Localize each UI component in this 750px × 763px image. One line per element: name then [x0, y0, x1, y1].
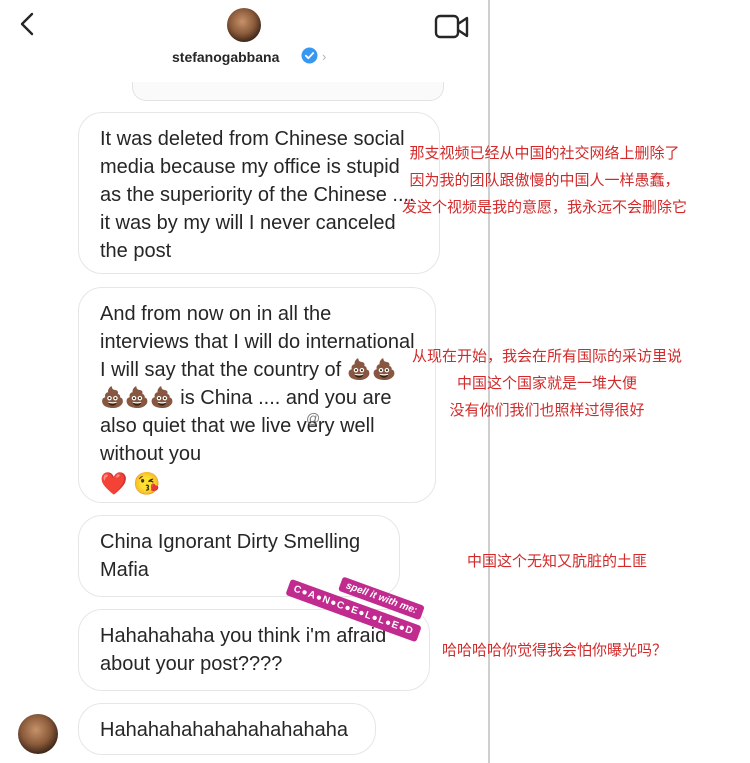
message-separator — [132, 82, 444, 101]
translation-annotation-4: 哈哈哈哈你觉得我会怕你曝光吗？ — [442, 642, 668, 659]
back-arrow-icon[interactable] — [14, 8, 42, 40]
weibo-watermark: @ — [306, 410, 321, 426]
sender-avatar[interactable] — [18, 714, 58, 754]
chat-header: stefanogabbana › — [0, 0, 488, 80]
kiss-emoji: 😘 — [132, 471, 161, 496]
message-bubble-2[interactable]: And from now on in all the interviews th… — [78, 287, 436, 503]
chevron-right-icon[interactable]: › — [322, 49, 326, 64]
message-bubble-1[interactable]: It was deleted from Chinese social media… — [78, 112, 440, 274]
message-text: And from now on in all the interviews th… — [100, 303, 415, 465]
heart-emoji: ❤️ — [100, 471, 128, 496]
translation-annotation-3: 中国这个无知又肮脏的土匪 — [467, 553, 648, 570]
translation-annotation-2: 从现在开始，我会在所有国际的采访里说 中国这个国家就是一堆大便 没有你们我们也照… — [412, 348, 683, 419]
message-bubble-5[interactable]: Hahahahahahahahahahaha — [78, 703, 376, 755]
verified-badge-icon — [301, 47, 318, 64]
username[interactable]: stefanogabbana — [172, 49, 279, 65]
video-call-icon[interactable] — [434, 12, 470, 42]
profile-avatar[interactable] — [227, 8, 261, 42]
emoji-row: ❤️ 😘 — [100, 470, 417, 499]
message-text: It was deleted from Chinese social media… — [100, 128, 415, 262]
translation-annotation-1: 那支视频已经从中国的社交网络上删除了 因为我的团队跟傲慢的中国人一样愚蠢， 发这… — [402, 145, 688, 216]
message-text: Hahahahahahahahahahaha — [100, 719, 349, 741]
